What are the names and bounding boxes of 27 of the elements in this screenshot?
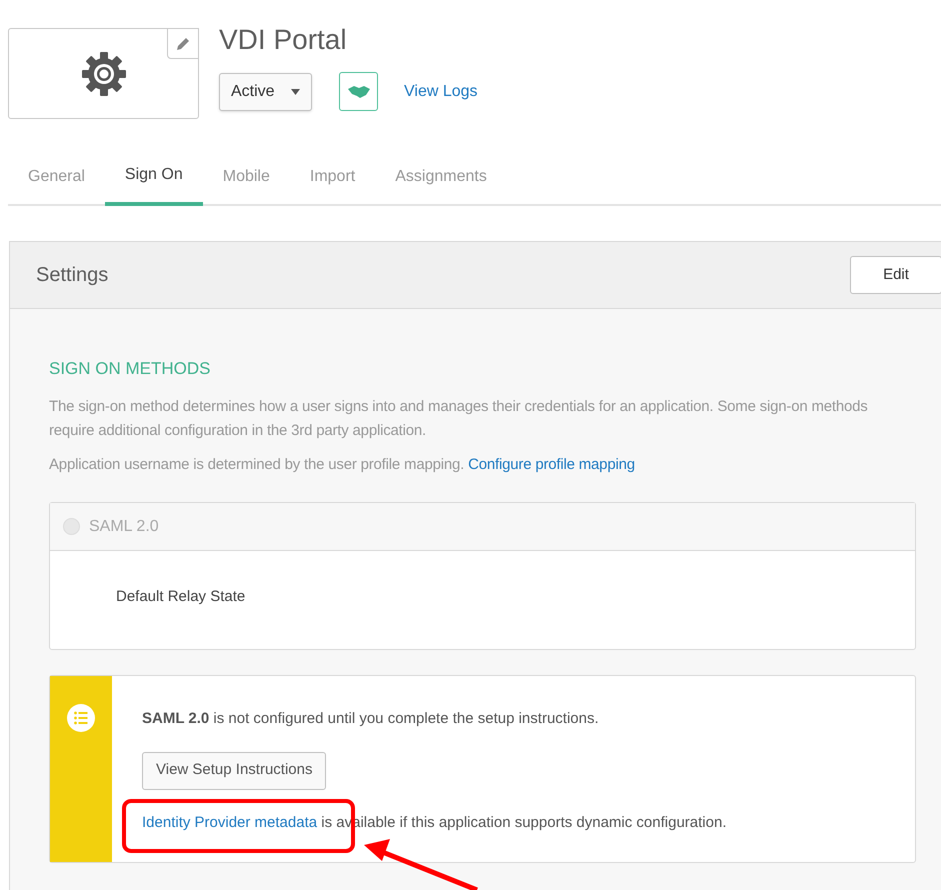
username-note: Application username is determined by the user profile mapping. Configure profile mapping [49, 454, 636, 474]
handshake-icon [348, 84, 370, 98]
tab[interactable]: General [8, 147, 105, 206]
handshake-button[interactable] [339, 72, 378, 111]
list-icon [67, 704, 95, 732]
panel-title: Settings [36, 263, 108, 288]
edit-button[interactable]: Edit [850, 256, 941, 294]
description-text: The sign-on method determines how a user signs into and manages their credentials for an application. Some sign-on methods require additional configuration in the 3rd party application. [49, 396, 869, 440]
radio-button[interactable] [63, 518, 80, 535]
app-title: VDI Portal [219, 23, 348, 57]
tab[interactable]: Sign On [104, 147, 203, 206]
setup-instructions-button[interactable]: View Setup Instructions [142, 752, 326, 790]
status-dropdown[interactable]: Active [219, 72, 312, 110]
tab[interactable]: Mobile [202, 147, 290, 206]
view-logs-link[interactable]: View Logs [404, 80, 478, 104]
method-label: SAML 2.0 [89, 516, 159, 536]
field-label: Default Relay State [116, 587, 246, 607]
tab[interactable]: Import [290, 147, 376, 206]
metadata-link[interactable]: Identity Provider metadata [142, 814, 318, 830]
caret-icon [291, 88, 300, 94]
edit-logo-button[interactable] [167, 28, 199, 59]
gear-icon [80, 50, 128, 98]
pencil-icon [175, 36, 191, 52]
tab[interactable]: Assignments [375, 147, 507, 206]
notice-message: SAML 2.0 is not configured until you complete the setup instructions. [142, 709, 599, 729]
section-heading: SIGN ON METHODS [49, 358, 212, 380]
profile-mapping-link[interactable]: Configure profile mapping [468, 456, 635, 472]
